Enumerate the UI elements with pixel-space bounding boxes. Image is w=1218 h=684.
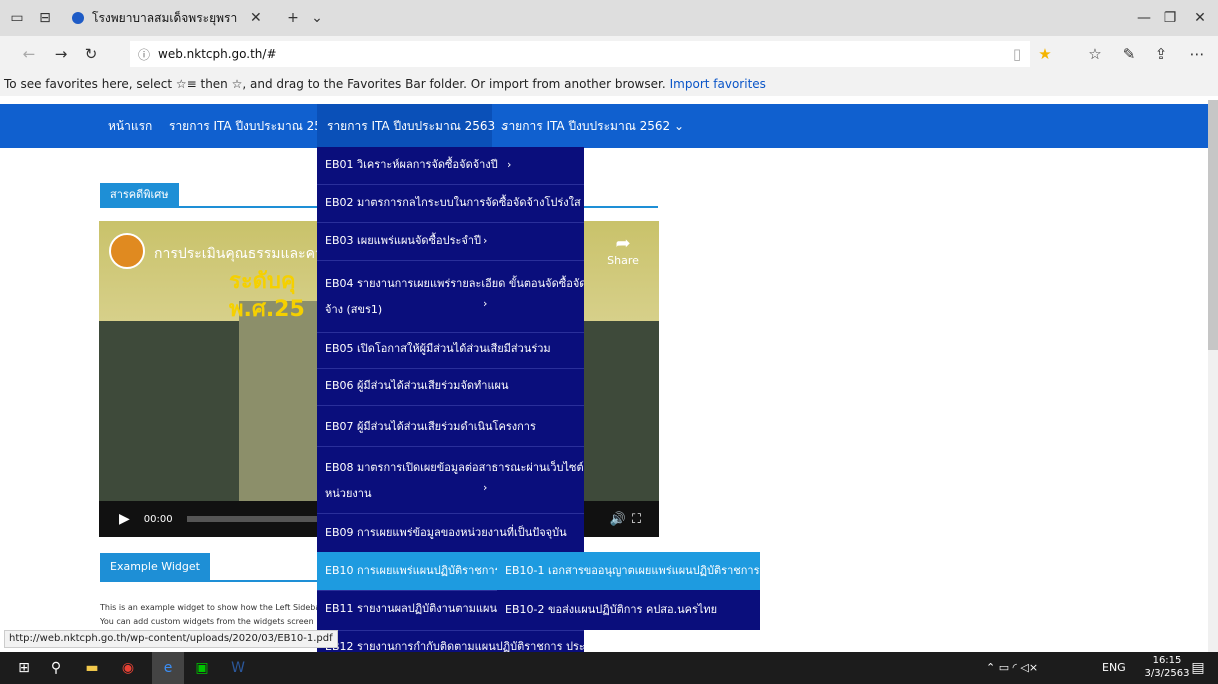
edge-icon[interactable]: e [152,652,184,684]
dropdown-item-eb04-cont[interactable]: จ้าง (สขร1) [317,297,584,323]
restore-icon[interactable]: ❐ [1156,8,1184,28]
dropdown-separator [317,446,584,447]
widget-title-special: สารคดีพิเศษ [100,183,179,207]
search-icon[interactable]: ⚲ [40,652,72,684]
notifications-icon[interactable]: ▤ [1182,652,1214,684]
windows-start-icon[interactable]: ⊞ [8,652,40,684]
tray-icons[interactable]: ⌃ ▭ ◜ ◁× [986,652,1038,684]
chevron-right-icon: › [507,158,512,171]
url-input[interactable]: ⓘ web.nktcph.go.th/# [130,41,1030,67]
status-bar-url: http://web.nktcph.go.th/wp-content/uploa… [4,630,338,648]
video-time: 00:00 [143,513,173,525]
video-progress-bar[interactable] [186,516,327,522]
example-widget-text-2: You can add custom widgets from the widg… [100,617,335,626]
dropdown-item-eb11[interactable]: EB11 รายงานผลปฏิบัติงานตามแผนปร [317,596,497,622]
chevron-right-icon: › [483,234,488,247]
more-icon[interactable]: ⋯ [1186,44,1208,64]
dropdown-separator [317,630,584,631]
chevron-right-icon: › [483,481,488,494]
play-icon[interactable]: ▶ [119,511,130,527]
share-label: Share [607,254,639,267]
submenu-item-eb10-1[interactable]: EB10-1 เอกสารขออนุญาตเผยแพร่แผนปฏิบัติรา… [497,552,760,590]
set-aside-tabs-icon[interactable]: ⊟ [36,9,54,27]
close-tab-icon[interactable]: ✕ [250,10,262,26]
forward-icon[interactable]: → [50,44,72,64]
new-tab-icon[interactable]: + [284,9,302,27]
refresh-icon[interactable]: ↻ [80,44,102,64]
tab-actions-icon[interactable]: ▭ [8,9,26,27]
favorite-star-icon[interactable]: ★ [1034,44,1056,64]
url-text: web.nktcph.go.th/# [158,47,277,61]
submenu-item-eb10-2[interactable]: EB10-2 ขอส่งแผนปฏิบัติการ คปสอ.นครไทย [497,590,760,630]
import-favorites-link[interactable]: Import favorites [670,77,766,91]
chrome-icon[interactable]: ◉ [112,652,144,684]
nav-ita-2563[interactable]: รายการ ITA ปีงบประมาณ 2563 ⌄ [317,104,509,148]
favorites-hub-icon[interactable]: ☆ [1084,44,1106,64]
dropdown-separator [317,260,584,261]
nav-home[interactable]: หน้าแรก [108,104,152,148]
dropdown-item-eb02[interactable]: EB02 มาตรการกลไกระบบในการจัดซื้อจัดจ้างโ… [317,190,584,216]
dropdown-item-eb12[interactable]: EB12 รายงานการกำกับติดตามแผนปฏิบัติราชกา… [317,634,584,652]
dropdown-item-eb04[interactable]: EB04 รายงานการเผยแพร่รายละเอียด ขั้นตอนจ… [317,271,584,297]
example-widget-text: This is an example widget to show how th… [100,603,334,612]
dropdown-item-eb10[interactable]: EB10 การเผยแพร่แผนปฏิบัติราชการปร [317,558,497,584]
widget-divider-2 [100,580,318,582]
file-explorer-icon[interactable]: ▬ [76,652,108,684]
back-icon[interactable]: ← [18,44,40,64]
widget-title-example: Example Widget [100,553,210,581]
site-info-icon[interactable]: ⓘ [138,46,150,63]
dropdown-item-eb08-cont[interactable]: หน่วยงาน [317,481,584,507]
dropdown-item-eb07[interactable]: EB07 ผู้มีส่วนได้ส่วนเสียร่วมดำเนินโครงก… [317,414,584,440]
video-share-button[interactable]: ➦ Share [599,233,647,267]
dropdown-item-eb03[interactable]: EB03 เผยแพร่แผนจัดซื้อประจำปี [317,228,584,254]
channel-avatar[interactable] [109,233,145,269]
input-language[interactable]: ENG [1102,652,1126,684]
notes-pen-icon[interactable]: ✎ [1118,44,1140,64]
dropdown-separator [317,513,584,514]
dropdown-item-eb08[interactable]: EB08 มาตรการเปิดเผยข้อมูลต่อสาธารณะผ่านเ… [317,455,584,481]
dropdown-separator [317,184,584,185]
dropdown-item-eb09[interactable]: EB09 การเผยแพร่ข้อมูลของหน่วยงานที่เป็นป… [317,520,584,546]
share-icon[interactable]: ⇪ [1150,44,1172,64]
line-app-icon[interactable]: ▣ [186,652,218,684]
dropdown-item-eb01[interactable]: EB01 วิเคราะห์ผลการจัดซื้อจัดจ้างปี [317,152,584,178]
dropdown-separator [317,405,584,406]
tab-title: โรงพยาบาลสมเด็จพระยุพรา [92,10,238,25]
reading-view-icon[interactable]: ▯ [1006,44,1028,64]
close-window-icon[interactable]: ✕ [1186,8,1214,28]
dropdown-item-eb05[interactable]: EB05 เปิดโอกาสให้ผู้มีส่วนได้ส่วนเสียมีส… [317,336,584,362]
dropdown-separator [317,222,584,223]
favorites-hint-text: To see favorites here, select ☆≡ then ☆,… [4,77,666,91]
favorites-bar: To see favorites here, select ☆≡ then ☆,… [0,72,1218,96]
browser-tab[interactable]: โรงพยาบาลสมเด็จพระยุพรา ✕ [68,0,274,36]
share-arrow-icon: ➦ [615,233,631,254]
dropdown-separator [317,332,584,333]
video-title[interactable]: การประเมินคุณธรรมและควา [154,243,331,265]
scrollbar-thumb[interactable] [1208,100,1218,350]
nav-ita-2562[interactable]: รายการ ITA ปีงบประมาณ 2562 ⌄ [502,104,684,148]
dropdown-item-eb06[interactable]: EB06 ผู้มีส่วนได้ส่วนเสียร่วมจัดทำแผน [317,373,584,399]
minimize-icon[interactable]: — [1130,8,1158,28]
tab-preview-icon[interactable]: ⌄ [308,9,326,27]
word-icon[interactable]: W [222,652,254,684]
nav-ita-2564[interactable]: รายการ ITA ปีงบประมาณ 2564 [169,104,337,148]
volume-fullscreen-icons[interactable]: 🔊⛶ [610,512,647,527]
video-overlay-year: พ.ศ.25 [229,297,305,322]
site-favicon-icon [72,12,84,24]
chevron-right-icon: › [483,297,488,310]
dropdown-separator [317,368,584,369]
